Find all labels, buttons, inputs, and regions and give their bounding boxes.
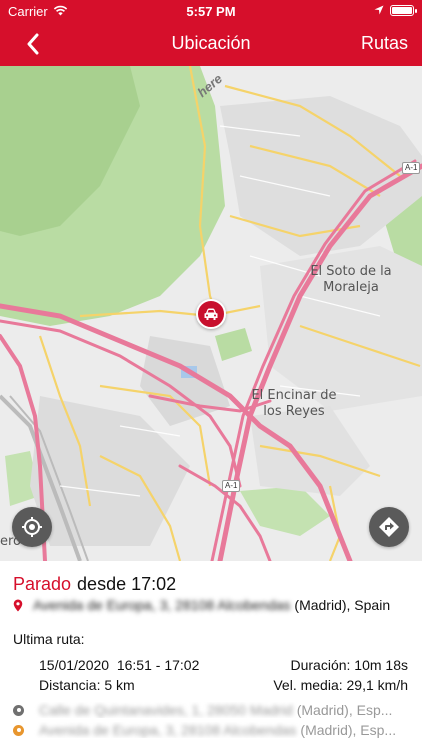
directions-icon	[379, 517, 399, 537]
route-datetime: 15/01/2020 16:51 - 17:02	[39, 657, 200, 673]
last-route-heading: Ultima ruta:	[13, 631, 85, 647]
route-row-stats: Distancia: 5 km Vel. media: 29,1 km/h	[39, 677, 408, 693]
vehicle-status: Parado desde 17:02	[13, 574, 176, 595]
location-pin-icon	[13, 599, 23, 612]
car-icon	[204, 308, 218, 320]
status-since: desde 17:02	[77, 574, 177, 594]
route-start-address: Calle de Quintanavides, 1, 28050 Madrid	[39, 702, 293, 718]
status-label: Parado	[13, 574, 72, 594]
end-point-icon	[13, 724, 24, 736]
directions-button[interactable]	[369, 507, 409, 547]
current-address: Avenida de Europa, 3, 28108 Alcobendas (…	[13, 597, 414, 613]
page-title: Ubicación	[171, 33, 251, 53]
locate-button[interactable]	[12, 507, 52, 547]
status-bar: Carrier 5:57 PM	[0, 0, 422, 22]
vehicle-info-panel: Parado desde 17:02 Avenida de Europa, 3, …	[0, 561, 422, 750]
crosshair-icon	[22, 517, 42, 537]
place-label-el-soto: El Soto de la Moraleja	[310, 264, 392, 295]
route-avg-speed: Vel. media: 29,1 km/h	[273, 677, 408, 693]
place-label-el-encinar: El Encinar de los Reyes	[251, 388, 337, 419]
route-duration: Duración: 10m 18s	[290, 657, 408, 673]
road-shield-a1-bottom: A-1	[222, 480, 241, 492]
route-end-address: Avenida de Europa, 3, 28108 Alcobendas	[39, 722, 297, 738]
routes-button[interactable]: Rutas	[361, 33, 408, 54]
route-distance: Distancia: 5 km	[39, 677, 135, 693]
vehicle-marker[interactable]	[196, 299, 226, 329]
route-row-time: 15/01/2020 16:51 - 17:02 Duración: 10m 1…	[39, 657, 408, 673]
address-street: Avenida de Europa, 3, 28108 Alcobendas	[33, 597, 291, 613]
battery-level	[392, 7, 412, 14]
location-arrow-icon	[374, 3, 384, 18]
road-shield-a1-top: A-1	[402, 162, 421, 174]
map-view[interactable]: here El Soto de la Moraleja El Encinar d…	[0, 66, 422, 561]
address-suffix: (Madrid), Spain	[294, 597, 391, 613]
route-end-suffix: (Madrid), Esp...	[300, 722, 397, 738]
route-start[interactable]: Calle de Quintanavides, 1, 28050 Madrid …	[13, 702, 408, 718]
route-start-suffix: (Madrid), Esp...	[296, 702, 393, 718]
clock: 5:57 PM	[186, 4, 236, 19]
status-icons	[374, 3, 417, 18]
start-point-icon	[13, 704, 24, 716]
nav-bar: Ubicación Rutas	[0, 22, 422, 66]
battery-icon	[390, 5, 417, 16]
route-end[interactable]: Avenida de Europa, 3, 28108 Alcobendas (…	[13, 722, 408, 738]
